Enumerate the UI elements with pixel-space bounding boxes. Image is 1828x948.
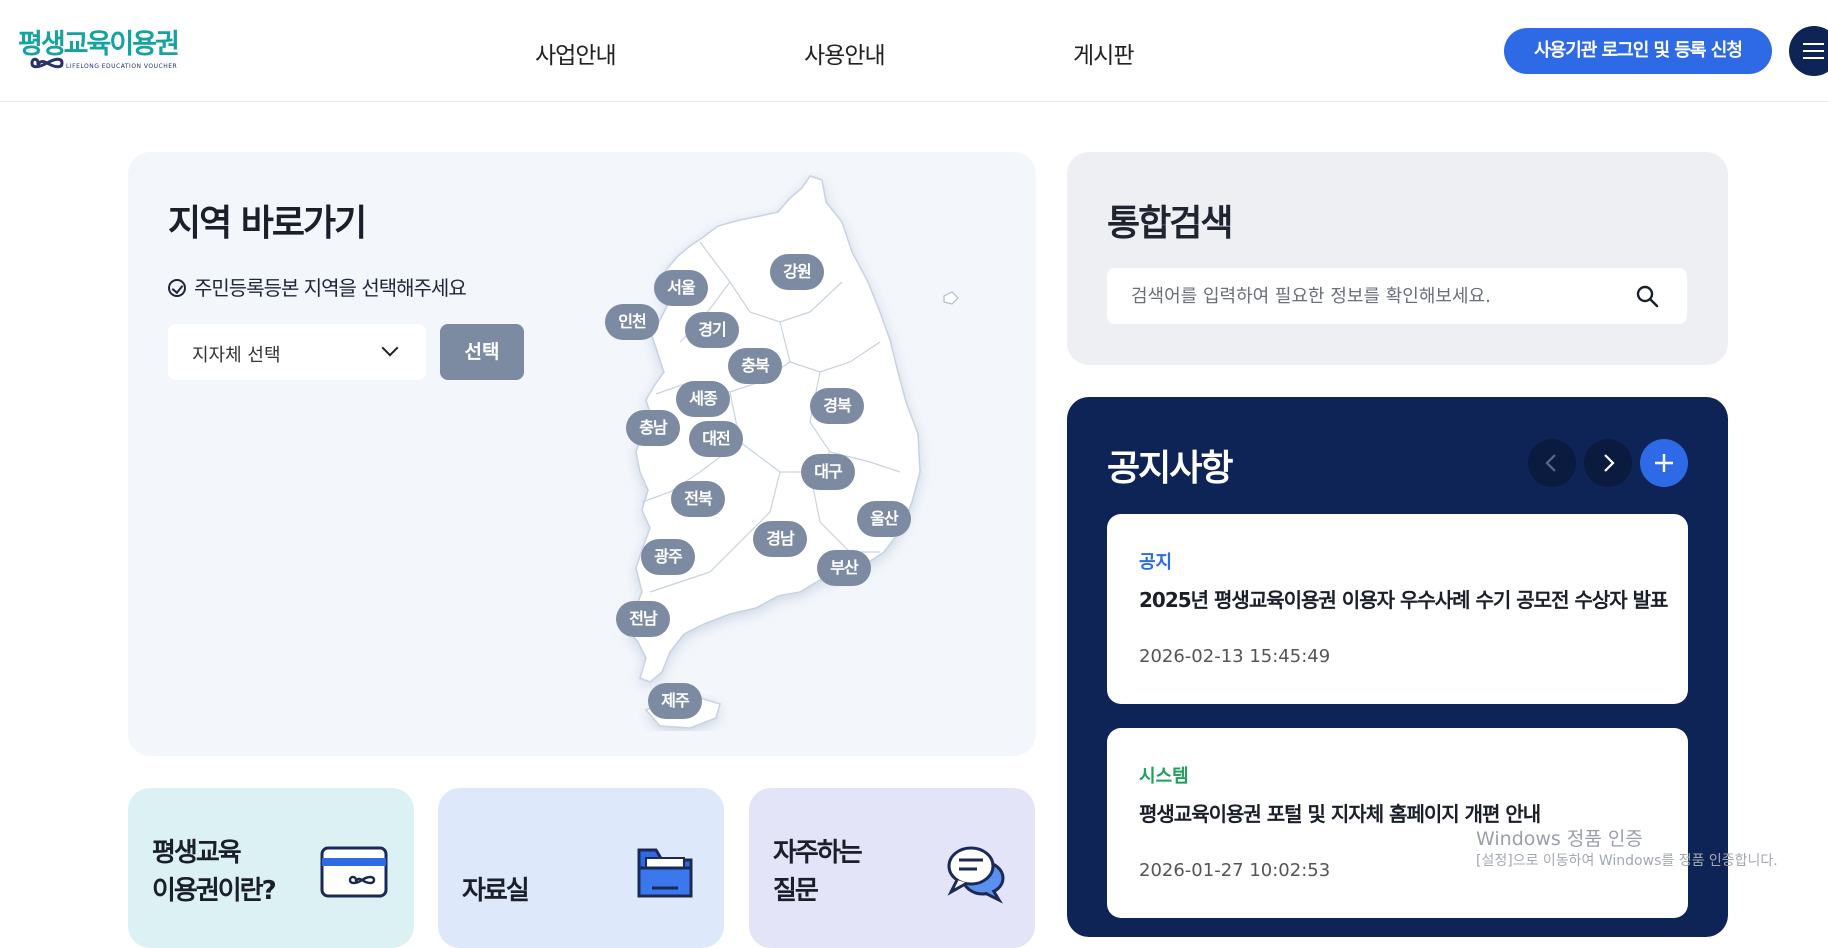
nav-usage-info[interactable]: 사용안내: [804, 36, 886, 70]
region-chungnam[interactable]: 충남: [626, 410, 680, 446]
search-icon[interactable]: [1635, 284, 1659, 308]
region-select-button[interactable]: 선택: [440, 324, 524, 380]
region-gyeongnam[interactable]: 경남: [753, 521, 807, 557]
notice-card[interactable]: 시스템 평생교육이용권 포털 및 지자체 홈페이지 개편 안내 2026-01-…: [1107, 728, 1688, 918]
tile-label-line1: 자주하는: [773, 838, 863, 868]
check-circle-icon: [168, 279, 186, 297]
notice-category: 시스템: [1139, 766, 1189, 787]
region-jeonbuk[interactable]: 전북: [671, 481, 725, 517]
integrated-search-panel: 통합검색: [1067, 152, 1728, 365]
notice-title: 공지사항: [1107, 448, 1233, 489]
chevron-right-icon: [1604, 454, 1615, 472]
tile-voucher-intro[interactable]: 평생교육이용권이란?: [128, 788, 414, 948]
tile-label: 자주하는질문: [773, 834, 863, 910]
region-busan[interactable]: 부산: [817, 550, 871, 586]
region-sejong[interactable]: 세종: [676, 381, 730, 417]
notice-date: 2026-01-27 10:02:53: [1139, 860, 1331, 881]
tile-faq[interactable]: 자주하는질문: [749, 788, 1035, 948]
notice-more-button[interactable]: [1640, 439, 1688, 487]
notice-next-button[interactable]: [1584, 439, 1632, 487]
notice-prev-button[interactable]: [1528, 439, 1576, 487]
logo-subtitle: LIFELONG EDUCATION VOUCHER: [66, 63, 178, 70]
site-logo[interactable]: 평생교육이용권 LIFELONG EDUCATION VOUCHER: [18, 29, 180, 76]
tile-label-line1: 평생교육: [152, 838, 242, 868]
tile-archive[interactable]: 자료실: [438, 788, 724, 948]
municipality-select-value: 지자체 선택: [192, 345, 281, 366]
notice-card-title: 2025년 평생교육이용권 이용자 우수사례 수기 공모전 수상자 발표: [1139, 588, 1668, 612]
municipality-select[interactable]: 지자체 선택: [168, 324, 426, 380]
chat-bubble-icon: [947, 846, 1005, 904]
chevron-left-icon: [1545, 454, 1556, 472]
search-input[interactable]: [1107, 268, 1687, 324]
region-daegu[interactable]: 대구: [801, 454, 855, 490]
nav-board[interactable]: 게시판: [1073, 36, 1134, 70]
chevron-down-icon: [381, 339, 399, 357]
os-watermark-text: [설정]으로 이동하여 Windows를 정품 인증합니다.: [1476, 853, 1778, 869]
notice-card-title: 평생교육이용권 포털 및 지자체 홈페이지 개편 안내: [1139, 802, 1541, 826]
region-daejeon[interactable]: 대전: [689, 421, 743, 457]
tile-label: 자료실: [462, 834, 530, 910]
tile-label-line2: 이용권이란?: [152, 876, 277, 906]
region-chungbuk[interactable]: 충북: [728, 348, 782, 384]
institution-login-button[interactable]: 사용기관 로그인 및 등록 신청: [1504, 28, 1772, 74]
notice-date: 2026-02-13 15:45:49: [1139, 646, 1331, 667]
logo-text-b: 이용권: [109, 29, 180, 60]
region-ulsan[interactable]: 울산: [857, 501, 911, 537]
tile-label: 평생교육이용권이란?: [152, 834, 277, 910]
search-title: 통합검색: [1107, 203, 1233, 244]
region-jeonnam[interactable]: 전남: [616, 601, 670, 637]
region-shortcut-panel: 지역 바로가기 주민등록등본 지역을 선택해주세요 지자체 선택 선택 서울 강…: [128, 152, 1036, 756]
plus-icon: [1655, 454, 1673, 472]
region-jeju[interactable]: 제주: [648, 683, 702, 719]
region-instruction-text: 주민등록등본 지역을 선택해주세요: [194, 276, 467, 300]
menu-line: [1803, 43, 1824, 45]
region-gwangju[interactable]: 광주: [641, 539, 695, 575]
hamburger-menu-button[interactable]: [1789, 26, 1828, 76]
menu-line: [1803, 57, 1824, 59]
os-watermark-title: Windows 정품 인증: [1476, 828, 1643, 850]
site-header: 평생교육이용권 LIFELONG EDUCATION VOUCHER 사업안내 …: [0, 0, 1828, 102]
region-gyeonggi[interactable]: 경기: [685, 312, 739, 348]
region-instruction: 주민등록등본 지역을 선택해주세요: [168, 272, 467, 301]
region-title: 지역 바로가기: [168, 203, 367, 244]
region-gangwon[interactable]: 강원: [770, 254, 824, 290]
notice-card[interactable]: 공지 2025년 평생교육이용권 이용자 우수사례 수기 공모전 수상자 발표 …: [1107, 514, 1688, 704]
infinity-logo-icon: [30, 57, 64, 69]
region-gyeongbuk[interactable]: 경북: [810, 388, 864, 424]
region-incheon[interactable]: 인천: [605, 304, 659, 340]
ulleungdo-island-shape: [943, 291, 959, 305]
menu-line: [1803, 50, 1824, 52]
nav-business-info[interactable]: 사업안내: [535, 36, 617, 70]
tile-label-line2: 자료실: [462, 876, 530, 906]
region-seoul[interactable]: 서울: [654, 270, 708, 306]
tile-label-line2: 질문: [773, 876, 819, 906]
folder-icon: [637, 848, 693, 898]
card-icon: [320, 846, 388, 898]
notice-category: 공지: [1139, 552, 1173, 573]
